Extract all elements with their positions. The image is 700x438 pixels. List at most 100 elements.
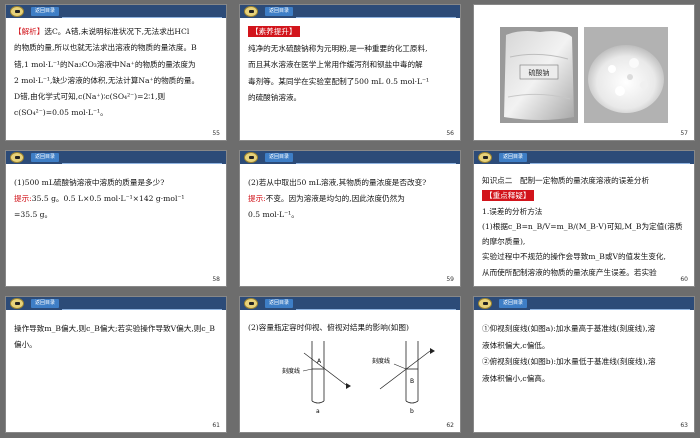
slide-body: (2)容量瓶定容时仰视、俯视对结果的影响(如图) xyxy=(248,321,450,336)
slide-thumbnail-56[interactable]: 返回目录 【素养提升】 纯净的无水硫酸钠称为元明粉,是一种重要的化工原料, 而且… xyxy=(239,4,461,141)
label-b: B xyxy=(410,378,414,385)
text-line: D错,由化学式可知,c(Na⁺)∶c(SO₄²⁻)=2∶1,则 xyxy=(14,92,166,102)
slide-header: 返回目录 xyxy=(474,151,694,164)
school-logo-icon xyxy=(10,298,24,309)
page-number: 60 xyxy=(680,276,688,283)
page-number: 57 xyxy=(680,130,688,137)
slide-header: 返回目录 xyxy=(6,151,226,164)
page-number: 58 xyxy=(212,276,220,283)
sight-line-a xyxy=(303,352,347,386)
text-line: 错,1 mol·L⁻¹的Na₂CO₃溶液中Na⁺的物质的量浓度为 xyxy=(14,59,196,69)
header-divider xyxy=(296,163,456,164)
question-text: (1)500 mL硫酸钠溶液中溶质的质量是多少? xyxy=(14,178,165,187)
text-line: 选C。A错,未说明标准状况下,无法求出HCl xyxy=(44,27,190,36)
analysis-badge: 【解析】 xyxy=(14,27,45,36)
answer-text: 35.5 g。0.5 L×0.5 mol·L⁻¹×142 g·mol⁻¹ xyxy=(31,194,185,203)
page-number: 59 xyxy=(446,276,454,283)
header-divider xyxy=(62,309,222,310)
back-to-contents-button[interactable]: 返回目录 xyxy=(499,299,527,308)
figure-caption-a: a xyxy=(316,408,320,415)
slide-thumbnail-57[interactable]: 硫酸钠 57 xyxy=(473,4,695,141)
slide-body: (2)若从中取出50 mL溶液,其物质的量浓度是否改变? 提示:不变。因为溶液是… xyxy=(248,175,450,223)
back-to-contents-button[interactable]: 返回目录 xyxy=(265,7,293,16)
slide-thumbnail-61[interactable]: 返回目录 操作导致m_B偏大,则c_B偏大;若实验操作导致V偏大,则c_B 偏小… xyxy=(5,296,227,433)
text-line: 偏小。 xyxy=(14,340,37,349)
label-a: A xyxy=(317,358,322,365)
bag-label: 硫酸钠 xyxy=(529,68,550,77)
scale-line-label: 刻度线 xyxy=(282,367,300,375)
text-line: 液体积偏大,c偏低。 xyxy=(482,340,550,350)
slide-header: 返回目录 xyxy=(6,5,226,18)
text-line: (1)根据c_B=n_B/V=m_B/(M_B·V)可知,M_B为定值(溶质的摩… xyxy=(482,221,683,247)
volumetric-flask-diagram: A 刻度线 a B 刻度线 b xyxy=(282,341,435,415)
page-number: 55 xyxy=(212,130,220,137)
page-number: 61 xyxy=(212,422,220,429)
scale-line-label: 刻度线 xyxy=(372,357,390,365)
eye-icon xyxy=(430,348,435,354)
header-divider xyxy=(296,309,456,310)
slide-body: 知识点二 配制一定物质的量浓度溶液的误差分析 【重点释疑】 1.误差的分析方法 … xyxy=(482,173,684,280)
key-point-badge: 【重点释疑】 xyxy=(482,190,534,202)
text-line: c(SO₄²⁻)=0.05 mol·L⁻¹。 xyxy=(14,108,108,118)
back-to-contents-button[interactable]: 返回目录 xyxy=(265,153,293,162)
subheading: 1.误差的分析方法 xyxy=(482,206,543,216)
text-line: 2 mol·L⁻¹,缺少溶液的体积,无法计算Na⁺的物质的量。 xyxy=(14,75,200,85)
text-line: 的物质的量,所以也就无法求出溶液的物质的量浓度。B xyxy=(14,43,197,53)
page-number: 56 xyxy=(446,130,454,137)
question-text: (2)容量瓶定容时仰视、俯视对结果的影响(如图) xyxy=(248,323,409,332)
text-line: ②俯视刻度线(如图b):加水量低于基准线(刻度线),溶 xyxy=(482,357,656,366)
slide-thumbnail-62[interactable]: 返回目录 (2)容量瓶定容时仰视、俯视对结果的影响(如图) A 刻度线 a B … xyxy=(239,296,461,433)
slide-header: 返回目录 xyxy=(240,297,460,310)
text-line: ①仰视刻度线(如图a):加水量高于基准线(刻度线),溶 xyxy=(482,324,656,333)
slide-header: 返回目录 xyxy=(474,297,694,310)
school-logo-icon xyxy=(244,6,258,17)
hint-label: 提示: xyxy=(248,194,266,203)
text-line: 液体积偏小,c偏高。 xyxy=(482,373,550,383)
slide-thumbnail-60[interactable]: 返回目录 知识点二 配制一定物质的量浓度溶液的误差分析 【重点释疑】 1.误差的… xyxy=(473,150,695,287)
back-to-contents-button[interactable]: 返回目录 xyxy=(31,7,59,16)
sodium-sulfate-bag-photo: 硫酸钠 xyxy=(500,27,578,123)
header-divider xyxy=(530,163,690,164)
text-line: 的硫酸钠溶液。 xyxy=(248,93,302,102)
slide-body: 【素养提升】 纯净的无水硫酸钠称为元明粉,是一种重要的化工原料, 而且其水溶液在… xyxy=(248,24,450,107)
slide-body: (1)500 mL硫酸钠溶液中溶质的质量是多少? 提示:35.5 g。0.5 L… xyxy=(14,175,216,223)
back-to-contents-button[interactable]: 返回目录 xyxy=(499,153,527,162)
page-number: 62 xyxy=(446,422,454,429)
back-to-contents-button[interactable]: 返回目录 xyxy=(265,299,293,308)
back-to-contents-button[interactable]: 返回目录 xyxy=(31,299,59,308)
school-logo-icon xyxy=(244,298,258,309)
figure-caption-b: b xyxy=(410,408,414,415)
page-number: 63 xyxy=(680,422,688,429)
slide-header: 返回目录 xyxy=(240,5,460,18)
school-logo-icon xyxy=(478,298,492,309)
sight-line-b xyxy=(379,350,431,390)
hint-label: 提示: xyxy=(14,194,32,203)
school-logo-icon xyxy=(10,6,24,17)
slide-thumbnail-59[interactable]: 返回目录 (2)若从中取出50 mL溶液,其物质的量浓度是否改变? 提示:不变。… xyxy=(239,150,461,287)
header-divider xyxy=(62,17,222,18)
school-logo-icon xyxy=(10,152,24,163)
sodium-sulfate-crystals-photo xyxy=(584,27,668,123)
text-line: 操作导致m_B偏大,则c_B偏大;若实验操作导致V偏大,则c_B xyxy=(14,324,215,333)
question-text: (2)若从中取出50 mL溶液,其物质的量浓度是否改变? xyxy=(248,178,427,187)
answer-text: 0.5 mol·L⁻¹。 xyxy=(248,210,299,219)
header-divider xyxy=(530,309,690,310)
quality-improvement-badge: 【素养提升】 xyxy=(248,26,300,37)
slide-body: 操作导致m_B偏大,则c_B偏大;若实验操作导致V偏大,则c_B 偏小。 xyxy=(14,321,216,353)
text-line: 实验过程中不规范的操作会导致m_B或V的值发生变化, xyxy=(482,252,666,262)
answer-text: =35.5 g。 xyxy=(14,210,53,219)
back-to-contents-button[interactable]: 返回目录 xyxy=(31,153,59,162)
eye-icon xyxy=(346,383,351,389)
text-line: 而且其水溶液在医学上常用作缓泻剂和钡盐中毒的解 xyxy=(248,60,423,69)
slide-header: 返回目录 xyxy=(6,297,226,310)
text-line: 毒剂等。某同学在实验室配制了500 mL 0.5 mol·L⁻¹ xyxy=(248,76,430,86)
slide-thumbnail-63[interactable]: 返回目录 ①仰视刻度线(如图a):加水量高于基准线(刻度线),溶 液体积偏大,c… xyxy=(473,296,695,433)
slide-thumbnail-55[interactable]: 返回目录 【解析】选C。A错,未说明标准状况下,无法求出HCl 的物质的量,所以… xyxy=(5,4,227,141)
slide-thumbnail-58[interactable]: 返回目录 (1)500 mL硫酸钠溶液中溶质的质量是多少? 提示:35.5 g。… xyxy=(5,150,227,287)
header-divider xyxy=(296,17,456,18)
text-line: 纯净的无水硫酸钠称为元明粉,是一种重要的化工原料, xyxy=(248,43,428,53)
flask-neck-a xyxy=(311,341,325,404)
slide-header: 返回目录 xyxy=(240,151,460,164)
text-line: 从而使所配制溶液的物质的量浓度产生误差。若实验 xyxy=(482,267,657,277)
section-title: 知识点二 配制一定物质的量浓度溶液的误差分析 xyxy=(482,176,650,185)
